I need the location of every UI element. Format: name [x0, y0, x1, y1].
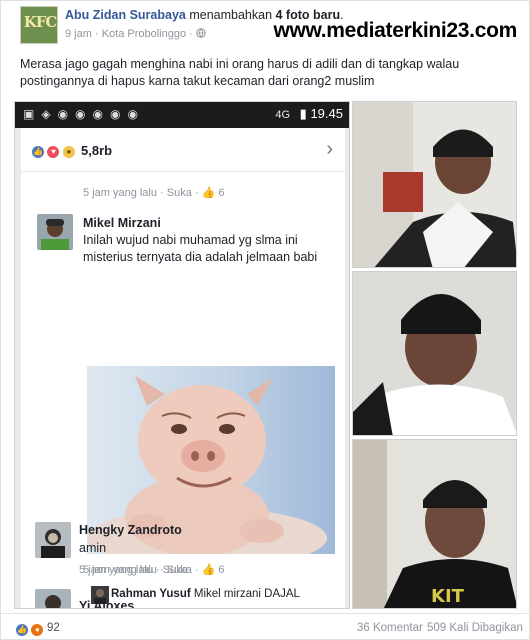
like-link[interactable]: Suka [167, 187, 192, 199]
facebook-post: KFC Abu Zidan Surabaya menambahkan 4 fot… [0, 0, 530, 640]
post-text: Merasa jago gagah menghina nabi ini oran… [20, 57, 460, 88]
photo-2[interactable] [352, 101, 517, 268]
photo-3[interactable] [352, 271, 517, 436]
post-timestamp[interactable]: 9 jam [65, 28, 92, 40]
photo-4[interactable]: KIT [352, 439, 517, 609]
reply-line: Rahman Yusuf Mikel mirzani DAJAL [111, 588, 300, 600]
comment-meta: 5 jam yang lalu · Suka [79, 564, 188, 576]
like-reaction-icon: 👍 [31, 144, 45, 159]
thumb-icon: 👍 [201, 187, 216, 199]
shirt-print: KIT [431, 586, 465, 607]
globe-icon [196, 28, 206, 40]
shares-count-link[interactable]: 509 Kali Dibagikan [427, 622, 523, 634]
comment-time: 5 jam yang lalu [79, 564, 153, 576]
reaction-icons: 👍 ♥ ● [31, 143, 76, 161]
commenter-name[interactable]: Yi Aloxes [79, 599, 134, 608]
comment-time: 5 jam yang lalu [83, 187, 157, 199]
thumb-icon: 👍 [201, 564, 216, 576]
reaction-count[interactable]: 92 [47, 622, 60, 634]
chevron-right-icon[interactable]: › [326, 138, 333, 161]
reply-text: Mikel mirzani DAJAL [193, 588, 300, 600]
angry-reaction-icon: ● [30, 622, 45, 637]
meta-separator: · [91, 28, 102, 40]
phone-status-bar: ▣◈◉◉◉◉◉ 4G ▮ 19.45 [15, 102, 349, 128]
battery-icon: ▮ [299, 106, 307, 121]
reactions-count: 5,8rb [81, 143, 113, 158]
status-time: 19.45 [310, 106, 343, 121]
commenter-name[interactable]: Mikel Mirzani [83, 216, 161, 230]
comments-count-link[interactable]: 36 Komentar [357, 622, 423, 634]
action-prefix: menambahkan [185, 8, 276, 22]
post-meta: 9 jam · Kota Probolinggo · [65, 28, 206, 40]
comment-likes: 6 [218, 187, 225, 199]
commenter-avatar[interactable] [35, 522, 71, 558]
love-reaction-icon: ♥ [46, 144, 61, 159]
photo-1-screenshot[interactable]: ▣◈◉◉◉◉◉ 4G ▮ 19.45 👍 ♥ ● 5,8rb › 5 jam y… [14, 101, 350, 609]
avatar-logo-text: KFC [23, 13, 57, 31]
signal-icon: 4G [275, 109, 291, 121]
post-footer: 👍 ● 92 36 Komentar 509 Kali Dibagikan [1, 613, 530, 640]
like-reaction-icon: 👍 [15, 622, 29, 637]
post-location[interactable]: Kota Probolinggo [102, 28, 186, 40]
comment-text: Inilah wujud nabi muhamad yg slma ini mi… [83, 233, 318, 264]
commenter-avatar[interactable] [35, 589, 71, 608]
status-right: 4G ▮ 19.45 [275, 106, 343, 122]
comment-meta: 5 jam yang lalu · Suka · 👍 6 [83, 187, 225, 199]
comment-likes: 6 [218, 564, 225, 576]
meta-separator-2: · [186, 28, 196, 40]
commenter-avatar[interactable] [37, 214, 73, 250]
like-link[interactable]: Suka [163, 564, 188, 576]
comment-text: amin [79, 541, 107, 555]
notification-icons: ▣◈◉◉◉◉◉ [23, 107, 145, 121]
haha-reaction-icon: ● [61, 144, 76, 159]
watermark-text: www.mediaterkini23.com [273, 19, 517, 42]
reactions-bar[interactable]: 👍 ♥ ● 5,8rb › [21, 128, 345, 172]
author-name-link[interactable]: Abu Zidan Surabaya [65, 8, 186, 22]
footer-reaction-icons[interactable]: 👍 ● [15, 621, 45, 639]
commenter-name[interactable]: Hengky Zandroto [79, 523, 182, 537]
author-avatar[interactable]: KFC [20, 6, 58, 44]
